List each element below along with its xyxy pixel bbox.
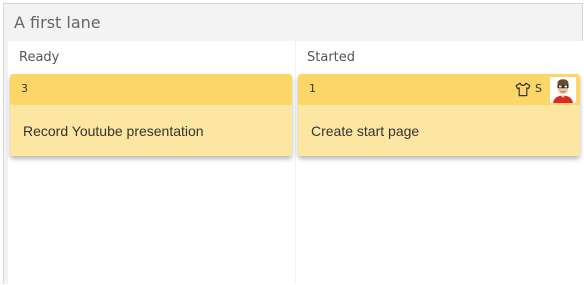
size-label: S [535, 82, 542, 95]
card-header: 1 S [298, 74, 580, 105]
card-id: 1 [309, 82, 316, 95]
card[interactable]: 1 S Create start page [298, 74, 580, 156]
card-body: Create start page [298, 105, 580, 156]
column-title: Ready [19, 50, 60, 65]
swimlane: A first lane Ready 3 Record Youtube pres… [3, 3, 584, 285]
card-header: 3 [10, 74, 292, 105]
card-body: Record Youtube presentation [10, 105, 292, 156]
avatar-superhero-icon[interactable] [550, 77, 576, 103]
lane-title: A first lane [14, 13, 101, 32]
column-ready: Ready 3 Record Youtube presentation [8, 41, 295, 285]
tshirt-icon [515, 82, 531, 97]
card-id: 3 [21, 82, 28, 95]
column-started: Started 1 S Create start page [296, 41, 584, 285]
card-title: Create start page [311, 123, 420, 139]
card[interactable]: 3 Record Youtube presentation [10, 74, 292, 156]
column-title: Started [307, 50, 356, 65]
card-size: S [515, 80, 542, 98]
card-title: Record Youtube presentation [23, 123, 204, 139]
